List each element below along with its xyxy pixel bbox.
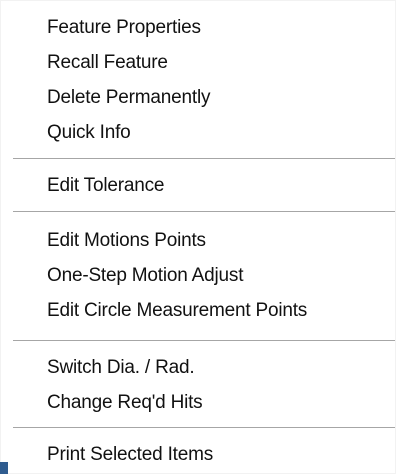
menu-item-switch-dia-rad[interactable]: Switch Dia. / Rad. bbox=[47, 353, 195, 383]
context-menu: Feature Properties Recall Feature Delete… bbox=[0, 0, 396, 474]
menu-item-quick-info[interactable]: Quick Info bbox=[47, 118, 131, 148]
menu-item-feature-properties[interactable]: Feature Properties bbox=[47, 13, 201, 43]
menu-separator bbox=[13, 158, 395, 160]
menu-item-edit-motions-points[interactable]: Edit Motions Points bbox=[47, 226, 206, 256]
menu-item-edit-tolerance[interactable]: Edit Tolerance bbox=[47, 171, 164, 201]
menu-separator bbox=[13, 211, 395, 213]
menu-item-edit-circle-measurement-points[interactable]: Edit Circle Measurement Points bbox=[47, 296, 307, 326]
menu-item-change-reqd-hits[interactable]: Change Req'd Hits bbox=[47, 388, 203, 418]
menu-separator bbox=[13, 427, 395, 429]
menu-item-delete-permanently[interactable]: Delete Permanently bbox=[47, 83, 210, 113]
menu-item-one-step-motion-adjust[interactable]: One-Step Motion Adjust bbox=[47, 261, 243, 291]
menu-item-recall-feature[interactable]: Recall Feature bbox=[47, 48, 168, 78]
menu-item-print-selected-items[interactable]: Print Selected Items bbox=[47, 440, 213, 470]
menu-separator bbox=[13, 340, 395, 342]
background-window-edge bbox=[0, 462, 8, 474]
